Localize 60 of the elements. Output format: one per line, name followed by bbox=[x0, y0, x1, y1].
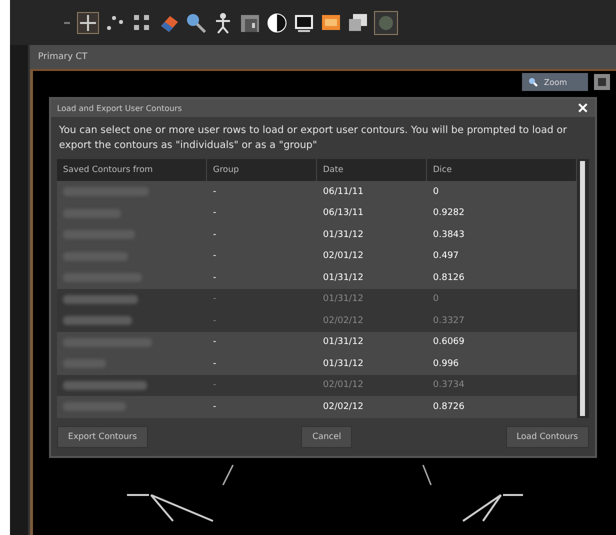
table-cell-text: 0.3327 bbox=[432, 314, 466, 328]
table-row[interactable]: - 01/31/12 0.996 bbox=[57, 353, 577, 374]
table-cell-text: 0.3843 bbox=[432, 228, 466, 242]
table-cell-text: 0 bbox=[432, 293, 440, 306]
dialog-description: You can select one or more user rows to load or export user contours. You will be prompted to load or export the contours as "individuals" or as a "group" bbox=[59, 124, 568, 153]
table-cell-text: 01/31/12 bbox=[322, 358, 364, 371]
dialog-button[interactable]: Load Contours bbox=[506, 426, 589, 448]
table-cell-text: - bbox=[212, 358, 218, 371]
screens-icon[interactable] bbox=[347, 12, 369, 34]
table-cell-text: 02/01/12 bbox=[322, 250, 364, 264]
table-row[interactable]: - 02/01/12 0.497 bbox=[57, 246, 577, 267]
table-cell-text: 01/31/12 bbox=[322, 336, 364, 350]
table-row[interactable]: - 01/31/12 0.8126 bbox=[57, 267, 577, 288]
table-cell-text: - bbox=[212, 314, 218, 328]
table-cell-text: - bbox=[212, 379, 218, 392]
table-cell-text: 0.996 bbox=[432, 358, 460, 371]
table-cell-text: 01/31/12 bbox=[322, 293, 364, 306]
table-cell-text: 02/01/12 bbox=[322, 379, 364, 392]
table-row[interactable]: - 06/11/11 0 bbox=[57, 181, 577, 202]
table-cell-text: 0.9282 bbox=[432, 207, 466, 220]
table-cell-text: 0 bbox=[432, 186, 440, 199]
table-cell-text: 06/11/11 bbox=[322, 186, 364, 199]
table-row[interactable]: - 01/31/12 0.3843 bbox=[57, 224, 577, 246]
close-button[interactable]: ✕ bbox=[577, 101, 589, 115]
dialog-button[interactable]: Cancel bbox=[301, 426, 352, 448]
dialog-title: Load and Export User Contours bbox=[57, 104, 182, 112]
table-cell-text: 01/31/12 bbox=[322, 228, 364, 242]
table-cell-text: - bbox=[212, 400, 218, 414]
redacted-name bbox=[63, 316, 132, 326]
magnifier-icon[interactable] bbox=[185, 12, 207, 34]
table-row[interactable]: - 02/01/12 0.3734 bbox=[57, 374, 577, 396]
table-cell-text: 0.3734 bbox=[432, 379, 466, 392]
move-icon[interactable] bbox=[77, 12, 99, 34]
table-cell-text: - bbox=[212, 207, 218, 220]
table-cell-text: 02/02/12 bbox=[322, 314, 364, 328]
table-cell-text: 0.6069 bbox=[432, 336, 466, 350]
table-cell-text: - bbox=[212, 272, 218, 285]
table-cell-text: - bbox=[212, 250, 218, 264]
zoom-button[interactable]: Zoom bbox=[522, 73, 588, 91]
table-cell-text: - bbox=[212, 186, 218, 199]
dialog-button[interactable]: Export Contours bbox=[57, 426, 148, 448]
table-cell-text: - bbox=[212, 293, 218, 306]
table-row[interactable]: - 06/13/11 0.9282 bbox=[57, 202, 577, 224]
magnifier-icon bbox=[528, 77, 538, 87]
table-cell-text: 0.8726 bbox=[432, 400, 466, 414]
table-cell-text: - bbox=[212, 228, 218, 242]
dash-icon[interactable] bbox=[62, 20, 72, 24]
table-cell-text: 0.497 bbox=[432, 250, 460, 264]
table-cell-text: 02/02/12 bbox=[322, 400, 364, 414]
window-icon[interactable] bbox=[594, 74, 610, 90]
table-row[interactable]: - 02/02/12 0.3327 bbox=[57, 310, 577, 332]
table-cell-text: 0.8126 bbox=[432, 272, 466, 285]
table-cell-text: - bbox=[212, 336, 218, 350]
table-cell-text: 06/13/11 bbox=[322, 207, 364, 220]
table-row[interactable]: - 01/31/12 0.6069 bbox=[57, 332, 577, 353]
table-row[interactable]: - 01/31/12 0 bbox=[57, 288, 577, 310]
table-cell-text: 01/31/12 bbox=[322, 272, 364, 285]
contrast-icon[interactable] bbox=[266, 12, 288, 34]
viewer-title: Primary CT bbox=[38, 52, 88, 62]
table-row[interactable]: - 02/02/12 0.8726 bbox=[57, 396, 577, 418]
